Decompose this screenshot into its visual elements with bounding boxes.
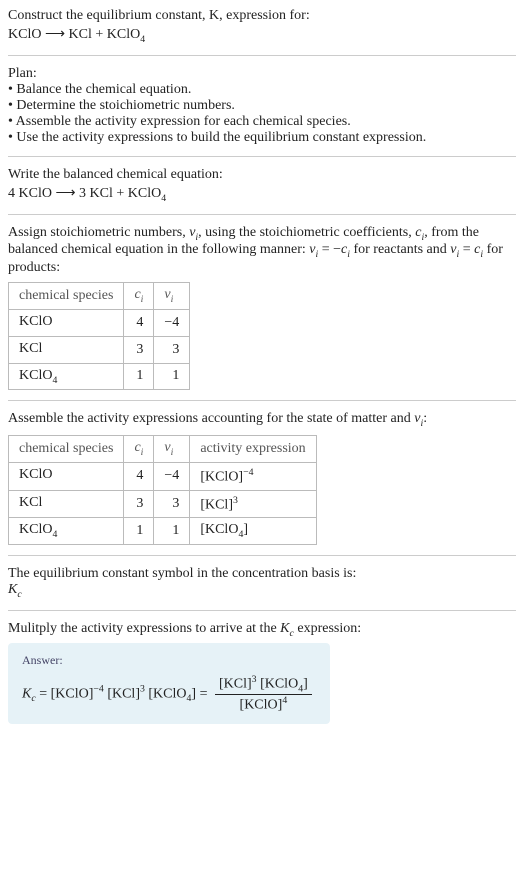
answer-label: Answer: <box>22 653 316 668</box>
divider <box>8 555 516 556</box>
col-species: chemical species <box>9 283 124 310</box>
table-row: KClO4 1 1 <box>9 363 190 390</box>
table-row: KCl 3 3 [KCl]3 <box>9 490 317 518</box>
fraction: [KCl]3 [KClO4] [KClO]4 <box>215 674 312 714</box>
multiply-text: Mulitply the activity expressions to arr… <box>8 621 516 639</box>
balanced-equation: 4 KClO ⟶ 3 KCl + KClO4 <box>8 185 516 204</box>
cell-c: 4 <box>124 309 154 336</box>
cell-species: KCl <box>9 490 124 518</box>
col-species: chemical species <box>9 436 124 463</box>
table-row: KClO 4 −4 <box>9 309 190 336</box>
col-c: ci <box>124 283 154 310</box>
symbol-text: The equilibrium constant symbol in the c… <box>8 566 516 582</box>
divider <box>8 610 516 611</box>
divider <box>8 214 516 215</box>
table-header-row: chemical species ci νi activity expressi… <box>9 436 317 463</box>
symbol-kc: Kc <box>8 582 516 600</box>
divider <box>8 400 516 401</box>
table-row: KCl 3 3 <box>9 336 190 363</box>
cell-c: 3 <box>124 490 154 518</box>
intro-rhs-sub: 4 <box>140 34 145 45</box>
balanced-rhs: 3 KCl + KClO <box>79 186 161 201</box>
balanced-heading: Write the balanced chemical equation: <box>8 167 516 183</box>
plan-heading: Plan: <box>8 66 516 82</box>
arrow-icon: ⟶ <box>45 27 65 42</box>
assign-text: Assign stoichiometric numbers, νi, using… <box>8 225 516 277</box>
divider <box>8 55 516 56</box>
cell-nu: 1 <box>154 363 190 390</box>
cell-species: KClO <box>9 309 124 336</box>
cell-species: KClO4 <box>9 518 124 545</box>
answer-expression: Kc = [KClO]−4 [KCl]3 [KClO4] = [KCl]3 [K… <box>22 674 316 714</box>
divider <box>8 156 516 157</box>
col-nu: νi <box>154 283 190 310</box>
cell-activity: [KCl]3 <box>190 490 316 518</box>
cell-species: KClO <box>9 462 124 490</box>
cell-nu: 3 <box>154 490 190 518</box>
cell-nu: −4 <box>154 462 190 490</box>
balanced-lhs: 4 KClO <box>8 186 52 201</box>
cell-species: KCl <box>9 336 124 363</box>
plan-bullet-1: • Balance the chemical equation. <box>8 82 516 98</box>
plan-bullet-4: • Use the activity expressions to build … <box>8 130 516 146</box>
plan-bullet-2: • Determine the stoichiometric numbers. <box>8 98 516 114</box>
stoich-table: chemical species ci νi KClO 4 −4 KCl 3 3… <box>8 282 190 390</box>
balanced-rhs-sub: 4 <box>161 193 166 204</box>
cell-nu: 1 <box>154 518 190 545</box>
table-header-row: chemical species ci νi <box>9 283 190 310</box>
answer-box: Answer: Kc = [KClO]−4 [KCl]3 [KClO4] = [… <box>8 643 330 724</box>
col-c: ci <box>124 436 154 463</box>
col-activity: activity expression <box>190 436 316 463</box>
intro-equation: KClO ⟶ KCl + KClO4 <box>8 26 516 45</box>
table-row: KClO4 1 1 [KClO4] <box>9 518 317 545</box>
intro-line1: Construct the equilibrium constant, K, e… <box>8 8 516 24</box>
activity-table: chemical species ci νi activity expressi… <box>8 435 317 545</box>
plan-bullet-3: • Assemble the activity expression for e… <box>8 114 516 130</box>
cell-c: 1 <box>124 518 154 545</box>
cell-nu: 3 <box>154 336 190 363</box>
col-nu: νi <box>154 436 190 463</box>
intro-lhs: KClO <box>8 27 41 42</box>
assemble-text: Assemble the activity expressions accoun… <box>8 411 516 429</box>
cell-c: 3 <box>124 336 154 363</box>
cell-species: KClO4 <box>9 363 124 390</box>
cell-c: 1 <box>124 363 154 390</box>
cell-nu: −4 <box>154 309 190 336</box>
fraction-numerator: [KCl]3 [KClO4] <box>215 674 312 695</box>
cell-c: 4 <box>124 462 154 490</box>
intro-rhs: KCl + KClO <box>69 27 141 42</box>
arrow-icon: ⟶ <box>55 186 75 201</box>
cell-activity: [KClO]−4 <box>190 462 316 490</box>
table-row: KClO 4 −4 [KClO]−4 <box>9 462 317 490</box>
cell-activity: [KClO4] <box>190 518 316 545</box>
fraction-denominator: [KClO]4 <box>215 695 312 714</box>
